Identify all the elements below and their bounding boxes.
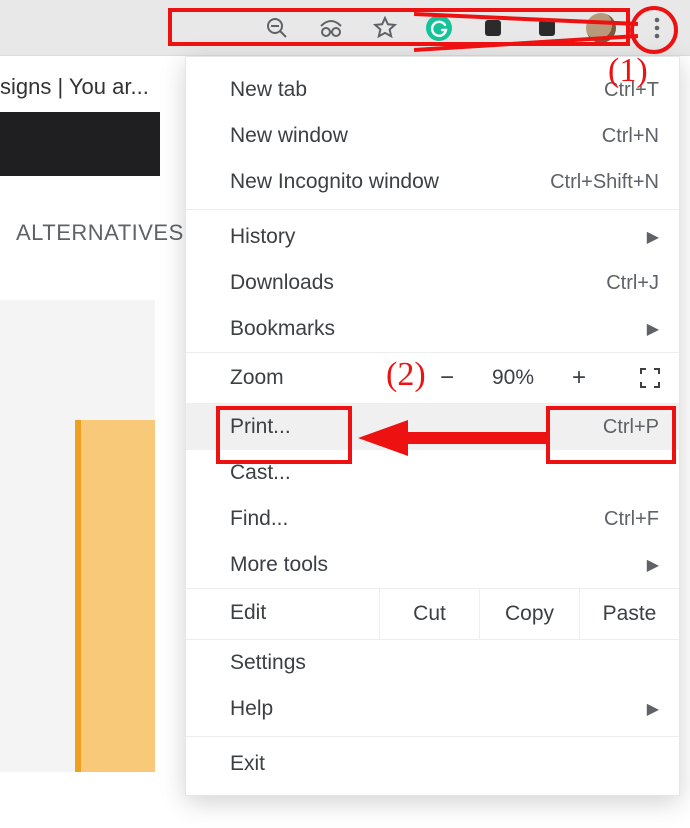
- menu-zoom-row: Zoom − 90% +: [186, 352, 679, 404]
- annotation-rect-shortcut: [546, 406, 676, 464]
- menu-shortcut: Ctrl+F: [604, 508, 659, 531]
- annotation-number-1: (1): [608, 52, 648, 90]
- menu-label: More tools: [230, 553, 328, 577]
- chevron-right-icon: ▶: [647, 555, 659, 575]
- edit-cut-button[interactable]: Cut: [379, 589, 479, 639]
- menu-shortcut: Ctrl+Shift+N: [550, 171, 659, 194]
- menu-label: Downloads: [230, 271, 334, 295]
- menu-label: Help: [230, 697, 273, 721]
- menu-label: Find...: [230, 507, 288, 531]
- menu-label: New window: [230, 124, 348, 148]
- edit-paste-button[interactable]: Paste: [579, 589, 679, 639]
- edit-label: Edit: [186, 589, 379, 639]
- annotation-circle-menu: [630, 6, 678, 54]
- menu-downloads[interactable]: Downloads Ctrl+J: [186, 260, 679, 306]
- menu-more-tools[interactable]: More tools ▶: [186, 542, 679, 588]
- alternatives-heading: ALTERNATIVES: [16, 220, 184, 246]
- menu-label: New Incognito window: [230, 170, 439, 194]
- annotation-number-2: (2): [386, 356, 426, 394]
- tab-title-snippet: signs | You ar...: [0, 74, 149, 100]
- page-orange-block: [75, 420, 155, 772]
- menu-help[interactable]: Help ▶: [186, 686, 679, 732]
- menu-shortcut: Ctrl+N: [602, 125, 659, 148]
- menu-label: History: [230, 225, 295, 249]
- menu-label: Settings: [230, 651, 306, 675]
- menu-new-window[interactable]: New window Ctrl+N: [186, 113, 679, 159]
- menu-label: New tab: [230, 78, 307, 102]
- chevron-right-icon: ▶: [647, 699, 659, 719]
- menu-edit-row: Edit Cut Copy Paste: [186, 588, 679, 640]
- menu-settings[interactable]: Settings: [186, 640, 679, 686]
- page-header-band: [0, 112, 160, 176]
- annotation-rect-print: [216, 406, 352, 464]
- menu-separator: [186, 736, 679, 737]
- zoom-in-button[interactable]: +: [567, 364, 591, 392]
- menu-label: Exit: [230, 752, 265, 776]
- menu-history[interactable]: History ▶: [186, 214, 679, 260]
- menu-exit[interactable]: Exit: [186, 741, 679, 787]
- zoom-percent: 90%: [485, 366, 541, 390]
- chevron-right-icon: ▶: [647, 227, 659, 247]
- menu-label: Cast...: [230, 461, 291, 485]
- annotation-rect-toolbar: [168, 8, 630, 46]
- menu-new-incognito[interactable]: New Incognito window Ctrl+Shift+N: [186, 159, 679, 205]
- menu-label: Bookmarks: [230, 317, 335, 341]
- menu-new-tab[interactable]: New tab Ctrl+T: [186, 67, 679, 113]
- menu-bookmarks[interactable]: Bookmarks ▶: [186, 306, 679, 352]
- zoom-out-button[interactable]: −: [435, 364, 459, 392]
- fullscreen-button[interactable]: [635, 363, 665, 393]
- chevron-right-icon: ▶: [647, 319, 659, 339]
- menu-separator: [186, 209, 679, 210]
- edit-copy-button[interactable]: Copy: [479, 589, 579, 639]
- menu-shortcut: Ctrl+J: [606, 272, 659, 295]
- menu-find[interactable]: Find... Ctrl+F: [186, 496, 679, 542]
